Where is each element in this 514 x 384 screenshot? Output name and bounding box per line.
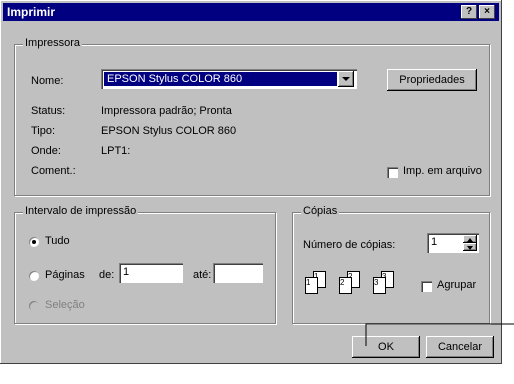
callout-line	[365, 323, 514, 346]
